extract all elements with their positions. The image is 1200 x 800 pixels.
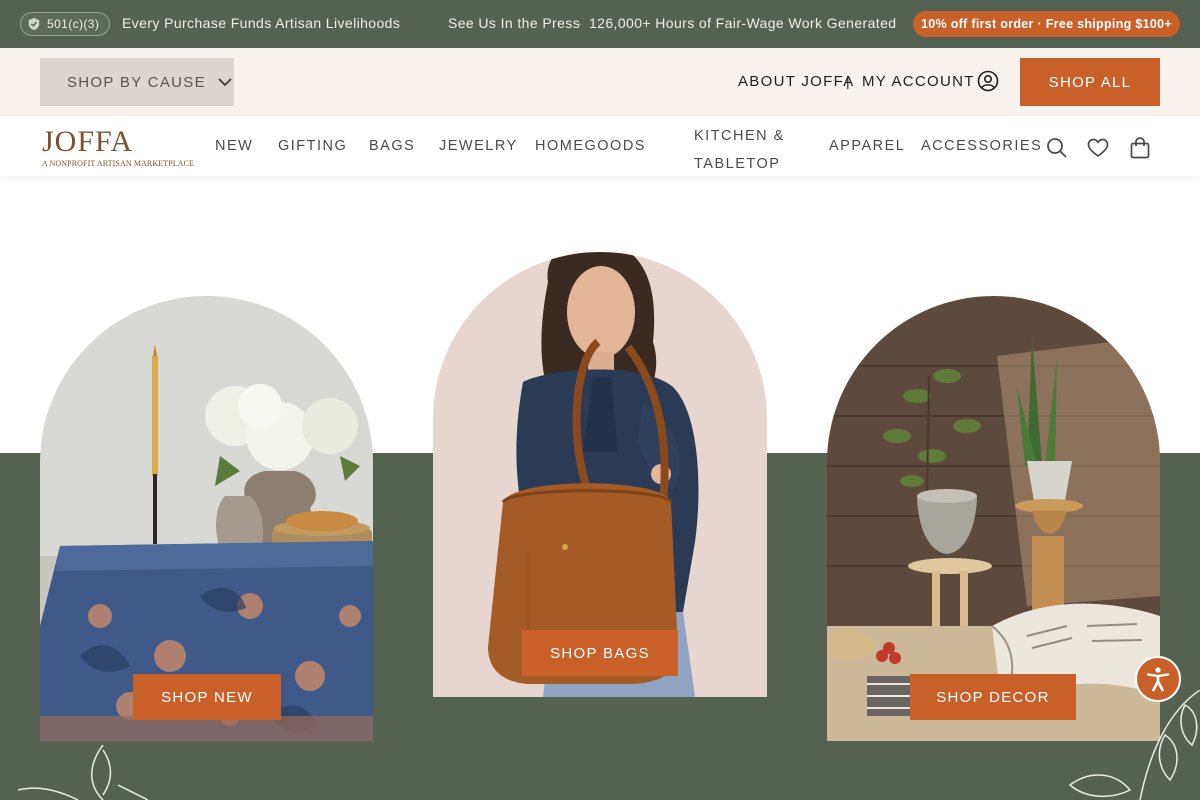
announcement-bar: 501(c)(3) Every Purchase Funds Artisan L…	[0, 0, 1200, 48]
chevron-down-icon	[218, 78, 232, 87]
utility-header: SHOP BY CAUSE ABOUT JOFFA | MY ACCOUNT S…	[0, 48, 1200, 116]
accessibility-icon	[1146, 667, 1170, 692]
heart-icon[interactable]	[1086, 136, 1110, 160]
nonprofit-badge-label: 501(c)(3)	[47, 17, 100, 31]
leaf-decoration-left-icon	[18, 745, 148, 800]
nav-item-homegoods[interactable]: HOMEGOODS	[535, 138, 646, 154]
shopping-bag-icon[interactable]	[1128, 136, 1152, 160]
my-account-link[interactable]: MY ACCOUNT	[862, 73, 975, 90]
nav-item-jewelry[interactable]: JEWELRY	[439, 138, 518, 154]
logo-tagline: A NONPROFIT ARTISAN MARKETPLACE	[42, 159, 195, 168]
shop-bags-button[interactable]: SHOP BAGS	[522, 630, 678, 676]
search-icon[interactable]	[1045, 136, 1069, 160]
press-link[interactable]: See Us In the Press	[448, 15, 580, 31]
promo-badge[interactable]: 10% off first order · Free shipping $100…	[913, 11, 1180, 37]
site-logo[interactable]: JOFFA A NONPROFIT ARTISAN MARKETPLACE	[40, 125, 194, 169]
accessibility-button[interactable]	[1135, 656, 1181, 702]
nav-item-gifting[interactable]: GIFTING	[278, 138, 347, 154]
shop-decor-button[interactable]: SHOP DECOR	[910, 674, 1076, 720]
nav-item-kitchen-tabletop[interactable]: KITCHEN & TABLETOP	[694, 122, 794, 178]
topbar-separator: ·	[578, 15, 584, 31]
nonprofit-badge: 501(c)(3)	[20, 12, 111, 36]
nav-item-new[interactable]: NEW	[215, 138, 253, 154]
user-circle-icon[interactable]	[977, 70, 999, 92]
mission-text: Every Purchase Funds Artisan Livelihoods	[122, 15, 401, 31]
shield-check-icon	[28, 17, 40, 31]
logo-wordmark: JOFFA	[42, 125, 134, 158]
main-nav: JOFFA A NONPROFIT ARTISAN MARKETPLACE NE…	[0, 116, 1200, 176]
shop-by-cause-label: SHOP BY CAUSE	[67, 73, 206, 91]
nav-item-bags[interactable]: BAGS	[369, 138, 415, 154]
nav-item-apparel[interactable]: APPAREL	[829, 138, 905, 154]
nav-item-accessories[interactable]: ACCESSORIES	[921, 138, 1042, 154]
shop-all-button[interactable]: SHOP ALL	[1020, 58, 1160, 106]
about-link[interactable]: ABOUT JOFFA	[738, 73, 855, 90]
leaf-decoration-right-icon	[1068, 690, 1200, 800]
impact-stat: 126,000+ Hours of Fair-Wage Work Generat…	[589, 15, 897, 31]
shop-by-cause-button[interactable]: SHOP BY CAUSE	[40, 58, 234, 106]
shop-new-button[interactable]: SHOP NEW	[133, 674, 281, 720]
utility-divider: |	[846, 73, 850, 89]
